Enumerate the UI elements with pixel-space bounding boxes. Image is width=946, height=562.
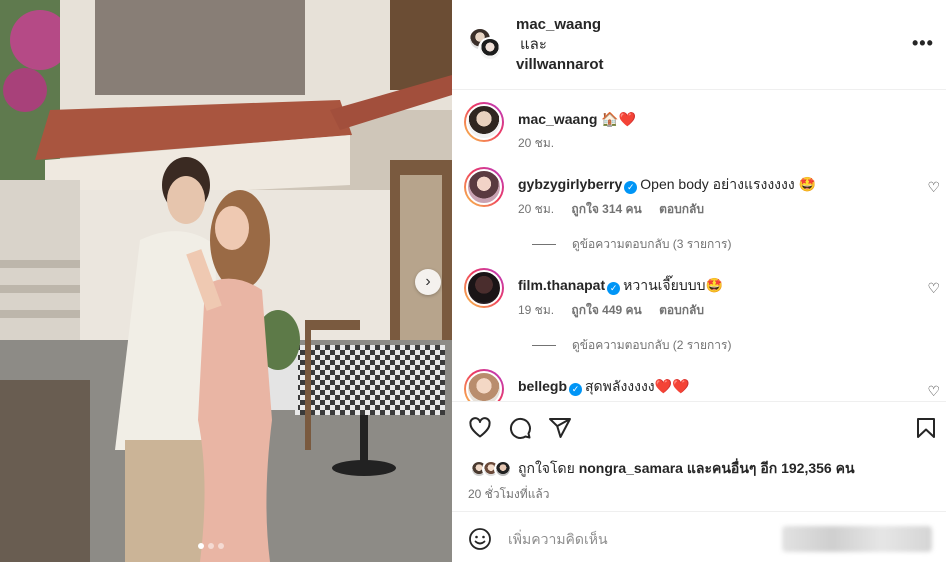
heart-icon[interactable]: ♡ [927, 383, 940, 400]
reply-button[interactable]: ตอบกลับ [659, 303, 704, 317]
comment-username[interactable]: film.thanapat [518, 277, 605, 293]
next-arrow-icon[interactable]: › [415, 269, 441, 295]
post-photo[interactable]: › [0, 0, 452, 562]
verified-icon: ✓ [569, 383, 583, 396]
owner-username[interactable]: mac_waang [516, 15, 604, 35]
collab-avatars[interactable] [468, 27, 502, 61]
comment-body: สุดพลังงงงง❤️❤️ [585, 378, 690, 394]
avatar[interactable] [464, 369, 504, 401]
collaborator-username[interactable]: villwannarot [516, 55, 604, 75]
divider [532, 244, 556, 245]
carousel-dot [198, 543, 204, 549]
more-icon[interactable]: ••• [912, 33, 934, 54]
avatar[interactable] [464, 102, 504, 142]
likes-count[interactable]: 192,356 [781, 460, 832, 476]
avatar[interactable] [464, 167, 504, 207]
comment-meta: 20 ชม. ถูกใจ 314 คน ตอบกลับ [518, 200, 718, 219]
likes-prefix: ถูกใจโดย [518, 460, 575, 476]
watermark [782, 526, 932, 552]
verified-icon: ✓ [624, 181, 638, 194]
likes-summary[interactable]: ถูกใจโดย nongra_samara และคนอื่นๆ อีก 19… [470, 458, 855, 480]
caption-time: 20 ชม. [518, 136, 555, 150]
caption: mac_waang 🏠❤️ 20 ชม. [464, 102, 940, 152]
photo-illustration [0, 0, 452, 562]
comment-time: 20 ชม. [518, 202, 555, 216]
comment-text: bellegb ✓ สุดพลังงงงง❤️❤️ [518, 377, 690, 396]
avatar[interactable] [464, 268, 504, 308]
add-comment-bar [452, 511, 946, 562]
avatar [478, 37, 502, 61]
reply-button[interactable]: ตอบกลับ [659, 202, 704, 216]
comment-username[interactable]: gybzygirlyberry [518, 176, 622, 192]
likes-middle[interactable]: และคนอื่นๆ อีก [687, 460, 777, 476]
comment-text: gybzygirlyberry ✓ Open body อย่างแรงงงงง 🤩 [518, 175, 816, 194]
action-bar [452, 401, 946, 451]
comments-list[interactable]: mac_waang 🏠❤️ 20 ชม. gybzygirlyberry ✓ Ope… [452, 90, 946, 401]
comment-meta: 19 ชม. ถูกใจ 449 คน ตอบกลับ [518, 301, 718, 320]
divider [532, 345, 556, 346]
comment-input[interactable] [508, 528, 768, 550]
caption-text: mac_waang 🏠❤️ [518, 110, 636, 128]
comment-icon[interactable] [508, 416, 532, 440]
share-icon[interactable] [548, 416, 572, 440]
and-text: และ [520, 36, 547, 53]
view-replies[interactable]: ดูข้อความตอบกลับ (2 รายการ) [532, 336, 731, 355]
comment-body: หวานเจี๊ยบบบ🤩 [623, 277, 723, 293]
smile-icon[interactable] [468, 527, 492, 551]
caption-username[interactable]: mac_waang [518, 111, 597, 127]
view-replies[interactable]: ดูข้อความตอบกลับ (3 รายการ) [532, 235, 731, 254]
avatar [494, 460, 512, 478]
comment-body: Open body อย่างแรงงงงง 🤩 [640, 176, 817, 192]
heart-icon[interactable]: ♡ [927, 179, 940, 196]
likes-text: ถูกใจโดย nongra_samara และคนอื่นๆ อีก 19… [518, 458, 855, 480]
comment-likes[interactable]: ถูกใจ 314 คน [571, 202, 641, 216]
carousel-dot [218, 543, 224, 549]
likes-user[interactable]: nongra_samara [579, 460, 683, 476]
comment-likes[interactable]: ถูกใจ 449 คน [571, 303, 641, 317]
caption-body: 🏠❤️ [601, 111, 637, 127]
post-time[interactable]: 20 ชั่วโมงที่แล้ว [468, 485, 550, 504]
carousel-dot [208, 543, 214, 549]
comment-text: film.thanapat ✓ หวานเจี๊ยบบบ🤩 [518, 276, 723, 295]
post-header: mac_waang และ villwannarot ••• [452, 0, 946, 90]
heart-icon[interactable] [468, 416, 492, 440]
view-replies-label[interactable]: ดูข้อความตอบกลับ (2 รายการ) [572, 336, 731, 355]
likes-suffix[interactable]: คน [836, 460, 855, 476]
carousel-dots [198, 543, 224, 549]
comment-item: film.thanapat ✓ หวานเจี๊ยบบบ🤩 ♡ 19 ชม. ถูก… [464, 268, 940, 363]
comment-time: 19 ชม. [518, 303, 555, 317]
post-details-panel: mac_waang และ villwannarot ••• mac_waang… [452, 0, 946, 562]
comment-username[interactable]: bellegb [518, 378, 567, 394]
caption-meta: 20 ชม. [518, 134, 568, 153]
heart-icon[interactable]: ♡ [927, 280, 940, 297]
verified-icon: ✓ [607, 282, 621, 295]
bookmark-icon[interactable] [914, 416, 938, 440]
comment-item: bellegb ✓ สุดพลังงงงง❤️❤️ ♡ [464, 369, 940, 401]
comment-item: gybzygirlyberry ✓ Open body อย่างแรงงงงง 🤩… [464, 167, 940, 262]
view-replies-label[interactable]: ดูข้อความตอบกลับ (3 รายการ) [572, 235, 731, 254]
collab-names: mac_waang และ villwannarot [516, 15, 604, 75]
